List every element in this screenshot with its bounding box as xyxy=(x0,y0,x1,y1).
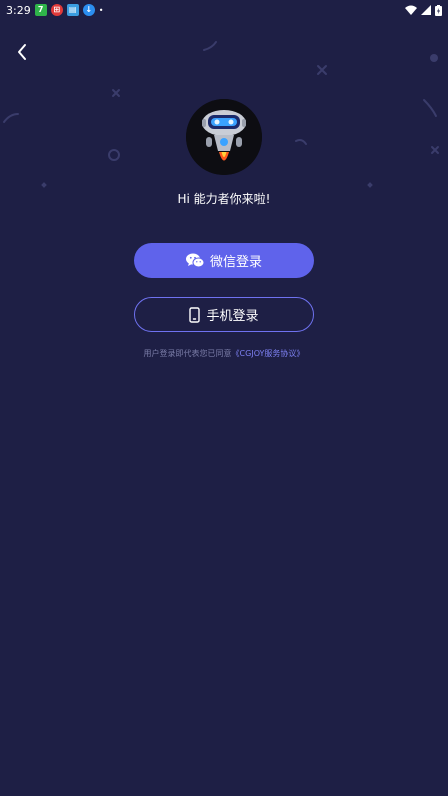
greeting-text: Hi 能力者你来啦! xyxy=(177,192,271,206)
phone-icon xyxy=(189,306,201,323)
agreement-text: 用户登录即代表您已同意《CGJOY服务协议》 xyxy=(0,348,448,359)
phone-login-label: 手机登录 xyxy=(206,309,259,324)
wechat-icon xyxy=(185,253,204,268)
wechat-login-button[interactable]: 微信登录 xyxy=(134,243,314,278)
app-logo xyxy=(186,99,262,175)
wechat-login-label: 微信登录 xyxy=(209,255,262,270)
phone-login-button[interactable]: 手机登录 xyxy=(134,297,314,332)
service-agreement-link[interactable]: 《CGJOY服务协议》 xyxy=(232,349,305,358)
agreement-prefix: 用户登录即代表您已同意 xyxy=(143,349,232,358)
robot-mascot-icon xyxy=(186,99,262,175)
